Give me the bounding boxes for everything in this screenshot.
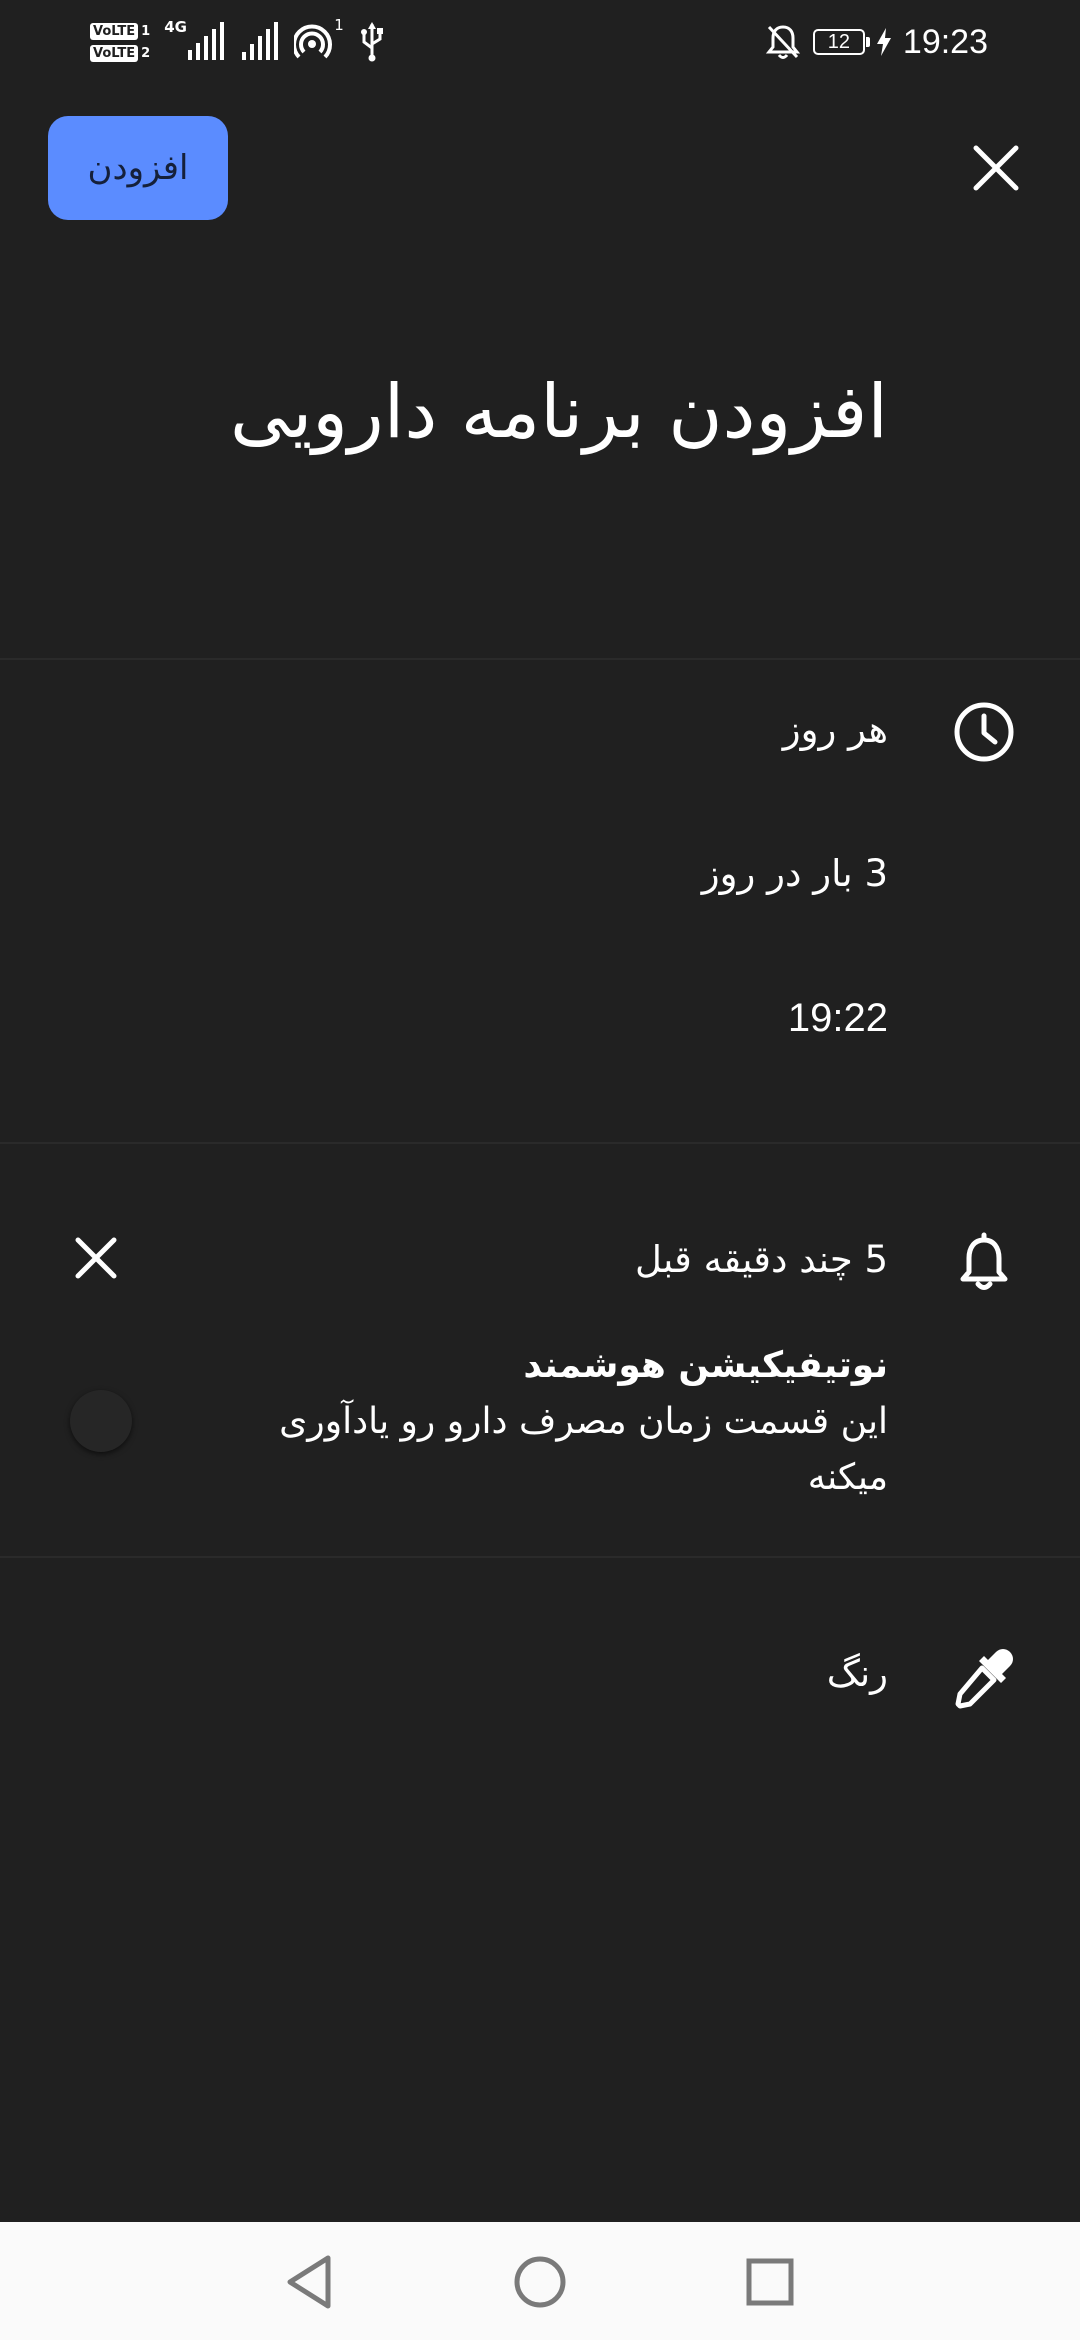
- divider: [0, 1142, 1080, 1144]
- smart-notification-description: این قسمت زمان مصرف دارو رو یادآوری میکنه: [279, 1401, 888, 1498]
- signal-icon: [242, 22, 279, 60]
- status-bar: VoLTE 1 VoLTE 2 4G 1 12 19:23: [0, 0, 1080, 84]
- reminder-offset[interactable]: 5 چند دقیقه قبل: [635, 1238, 888, 1281]
- status-bar-right: 12 19:23: [765, 14, 988, 70]
- dose-time[interactable]: 19:22: [788, 996, 888, 1041]
- volte-sim-2: VoLTE 2: [90, 44, 151, 62]
- network-signal-1: 4G: [164, 18, 226, 62]
- home-icon[interactable]: [508, 2250, 572, 2314]
- remove-reminder-icon[interactable]: [72, 1234, 120, 1282]
- divider: [0, 658, 1080, 660]
- color-option[interactable]: رنگ: [827, 1652, 888, 1695]
- volte-1-label: VoLTE: [90, 22, 139, 40]
- status-bar-left: VoLTE 1 VoLTE 2 4G 1: [90, 14, 386, 70]
- frequency-option[interactable]: هر روز: [783, 708, 888, 751]
- smart-notification-title: نوتیفیکیشن هوشمند: [523, 1345, 888, 1386]
- volte-sim-1: VoLTE 1: [90, 22, 151, 40]
- bell-icon: [960, 1232, 1008, 1290]
- close-icon[interactable]: [968, 140, 1024, 196]
- volte-2-sim: 2: [141, 45, 151, 61]
- back-icon[interactable]: [278, 2250, 342, 2314]
- smart-notification: نوتیفیکیشن هوشمند این قسمت زمان مصرف دار…: [248, 1338, 888, 1506]
- battery-icon: 12: [812, 29, 870, 55]
- navigation-bar: [0, 2222, 1080, 2340]
- usb-icon: [361, 22, 384, 62]
- page-title: افزودن برنامه دارویی: [230, 369, 888, 455]
- signal-icon: [188, 22, 225, 60]
- eyedropper-icon: [955, 1649, 1013, 1709]
- divider: [0, 1556, 1080, 1558]
- mute-bell-icon: [765, 25, 801, 59]
- hotspot-indicator: 1: [292, 16, 344, 62]
- recents-icon[interactable]: [738, 2250, 802, 2314]
- hotspot-count: 1: [334, 16, 344, 34]
- volte-2-label: VoLTE: [90, 44, 139, 62]
- charging-icon: [876, 28, 891, 56]
- status-clock: 19:23: [902, 22, 988, 61]
- volte-1-sim: 1: [141, 23, 151, 39]
- add-button[interactable]: افزودن: [48, 116, 228, 220]
- clock-icon: [954, 702, 1014, 762]
- smart-notification-toggle[interactable]: [70, 1390, 132, 1452]
- hotspot-icon: [292, 24, 333, 59]
- times-per-day-option[interactable]: 3 بار در روز: [702, 852, 888, 895]
- volte-indicators: VoLTE 1 VoLTE 2: [90, 22, 151, 62]
